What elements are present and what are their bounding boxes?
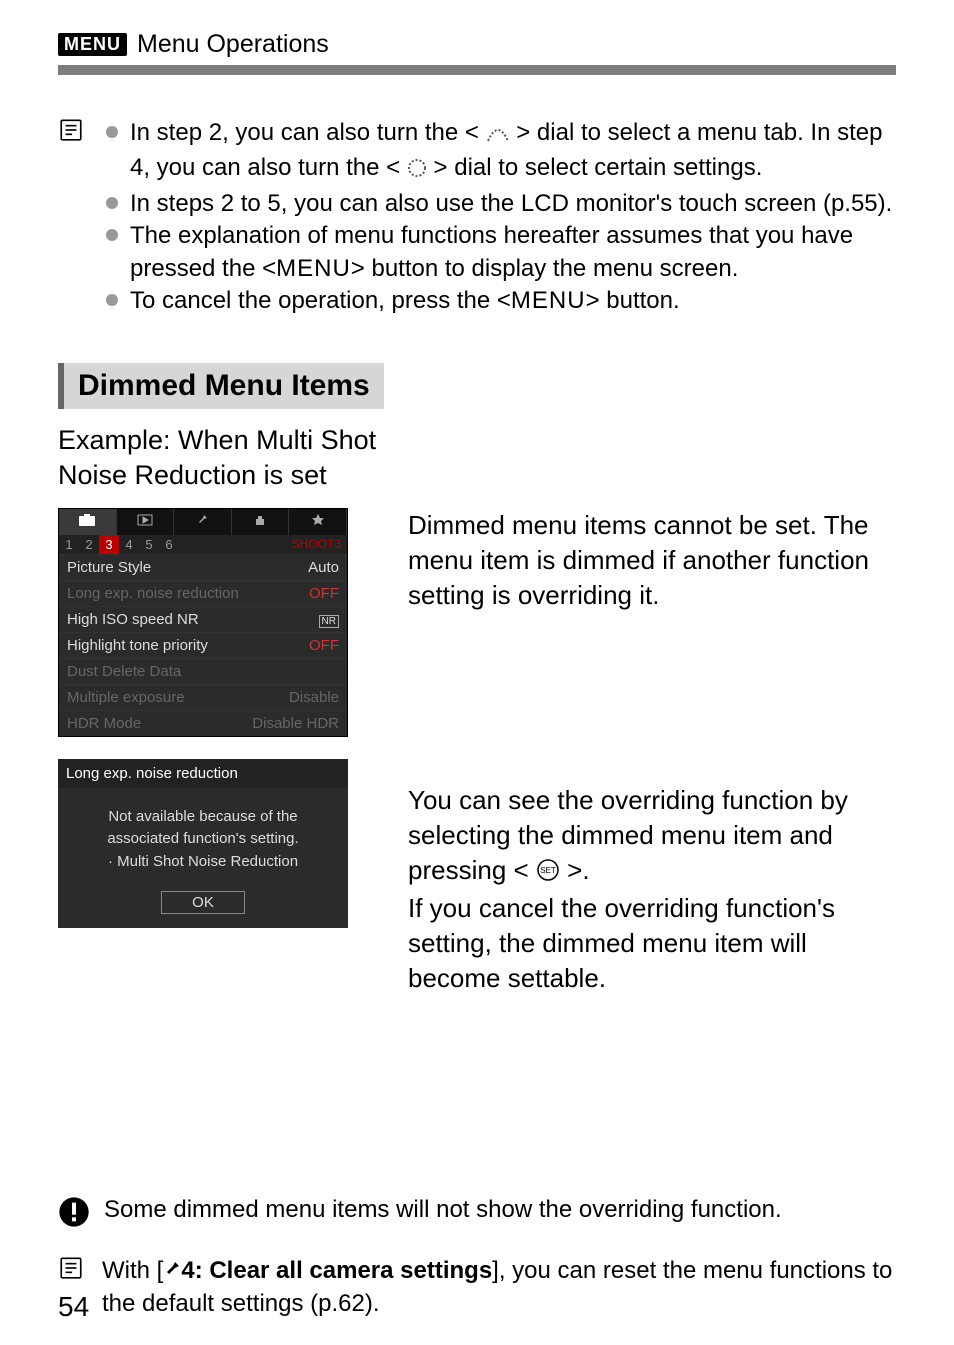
subtab-row: 1 2 3 4 5 6 SHOOT3 xyxy=(59,535,347,554)
bullet-icon xyxy=(106,197,118,209)
info2-pre: With [ xyxy=(102,1257,163,1284)
menu-row-label: Highlight tone priority xyxy=(67,637,208,654)
subtab-6: 6 xyxy=(159,535,179,554)
note-item-4: To cancel the operation, press the <MENU… xyxy=(106,285,896,317)
warning-note: Some dimmed menu items will not show the… xyxy=(58,1196,896,1233)
subtab-4: 4 xyxy=(119,535,139,554)
page-header: MENU Menu Operations xyxy=(58,30,896,59)
subtab-1: 1 xyxy=(59,535,79,554)
dialog-line-3: · Multi Shot Noise Reduction xyxy=(72,851,334,874)
note-icon xyxy=(58,1255,88,1286)
bullet-icon xyxy=(106,294,118,306)
menu-row: High ISO speed NR NR xyxy=(59,606,347,632)
note-icon xyxy=(58,117,88,317)
dialog-line-1: Not available because of the xyxy=(72,806,334,829)
note-item-1: In step 2, you can also turn the < > dia… xyxy=(106,117,896,188)
example-line-2: Noise Reduction is set xyxy=(58,460,327,490)
menu-row: Dust Delete Data xyxy=(59,658,347,684)
menu-row: Long exp. noise reduction OFF xyxy=(59,580,347,606)
info2-bold: 4: Clear all camera settings xyxy=(181,1257,492,1284)
menu-row-label: High ISO speed NR xyxy=(67,611,199,628)
menu-row: Highlight tone priority OFF xyxy=(59,632,347,658)
example-caption: Example: When Multi Shot Noise Reduction… xyxy=(58,423,896,493)
warning-icon xyxy=(58,1196,90,1233)
dialog-ok-button: OK xyxy=(161,891,245,914)
tab-camera-icon xyxy=(59,509,117,535)
subtab-2: 2 xyxy=(79,535,99,554)
bullet-icon xyxy=(106,229,118,241)
note-text: > button. xyxy=(586,287,680,314)
note-text: In step 2, you can also turn the < xyxy=(130,119,479,146)
section-heading: Dimmed Menu Items xyxy=(58,363,384,409)
menu-row-value: Disable HDR xyxy=(252,715,339,732)
paragraph-override-1a: You can see the overriding function by s… xyxy=(408,785,848,885)
paragraph-override-1b: >. xyxy=(567,855,589,885)
tab-custom-icon xyxy=(232,509,290,535)
dialog-line-2: associated function's setting. xyxy=(72,828,334,851)
svg-text:SET: SET xyxy=(540,866,556,875)
menu-word: MENU xyxy=(276,255,351,282)
menu-row-value: OFF xyxy=(309,585,339,602)
note-text: > button to display the menu screen. xyxy=(351,255,739,282)
subtab-3: 3 xyxy=(99,535,119,554)
header-divider xyxy=(58,65,896,75)
note-item-2: In steps 2 to 5, you can also use the LC… xyxy=(106,188,896,220)
dialog-title: Long exp. noise reduction xyxy=(58,759,348,788)
info-note-2: With [4: Clear all camera settings], you… xyxy=(58,1255,896,1320)
quick-dial-icon xyxy=(407,155,427,187)
menu-word: MENU xyxy=(511,287,586,314)
main-dial-icon xyxy=(486,120,510,152)
bullet-icon xyxy=(106,126,118,138)
note-item-3: The explanation of menu functions hereaf… xyxy=(106,220,896,285)
page-title: Menu Operations xyxy=(137,30,329,59)
menu-row-value: NR xyxy=(319,611,339,628)
paragraph-override-2: If you cancel the overriding function's … xyxy=(408,891,896,996)
menu-row-label: HDR Mode xyxy=(67,715,141,732)
note-text: In steps 2 to 5, you can also use the LC… xyxy=(130,188,892,220)
menu-screenshot: 1 2 3 4 5 6 SHOOT3 Picture Style Auto Long… xyxy=(58,508,348,737)
menu-row: Picture Style Auto xyxy=(59,554,347,580)
wrench-icon xyxy=(163,1255,181,1287)
tab-mymenu-icon xyxy=(289,509,347,535)
menu-row-label: Picture Style xyxy=(67,559,151,576)
subtab-5: 5 xyxy=(139,535,159,554)
menu-row-value: Disable xyxy=(289,689,339,706)
paragraph-dimmed-explain: Dimmed menu items cannot be set. The men… xyxy=(408,508,896,613)
menu-icon-label: MENU xyxy=(58,33,127,56)
menu-row-value: Auto xyxy=(308,559,339,576)
menu-row-label: Dust Delete Data xyxy=(67,663,181,680)
menu-row: HDR Mode Disable HDR xyxy=(59,710,347,736)
shoot-label: SHOOT3 xyxy=(286,535,347,554)
warning-text: Some dimmed menu items will not show the… xyxy=(104,1196,782,1224)
menu-row-label: Multiple exposure xyxy=(67,689,185,706)
example-line-1: Example: When Multi Shot xyxy=(58,425,376,455)
set-button-icon: SET xyxy=(536,856,560,891)
info-note-block: In step 2, you can also turn the < > dia… xyxy=(58,117,896,317)
menu-row: Multiple exposure Disable xyxy=(59,684,347,710)
dialog-screenshot: Long exp. noise reduction Not available … xyxy=(58,759,348,929)
menu-row-value: OFF xyxy=(309,637,339,654)
tab-setup-icon xyxy=(174,509,232,535)
note-text: To cancel the operation, press the < xyxy=(130,287,511,314)
note-text: > dial to select certain settings. xyxy=(434,154,763,181)
menu-row-label: Long exp. noise reduction xyxy=(67,585,239,602)
page-number: 54 xyxy=(58,1291,89,1323)
tab-playback-icon xyxy=(117,509,175,535)
